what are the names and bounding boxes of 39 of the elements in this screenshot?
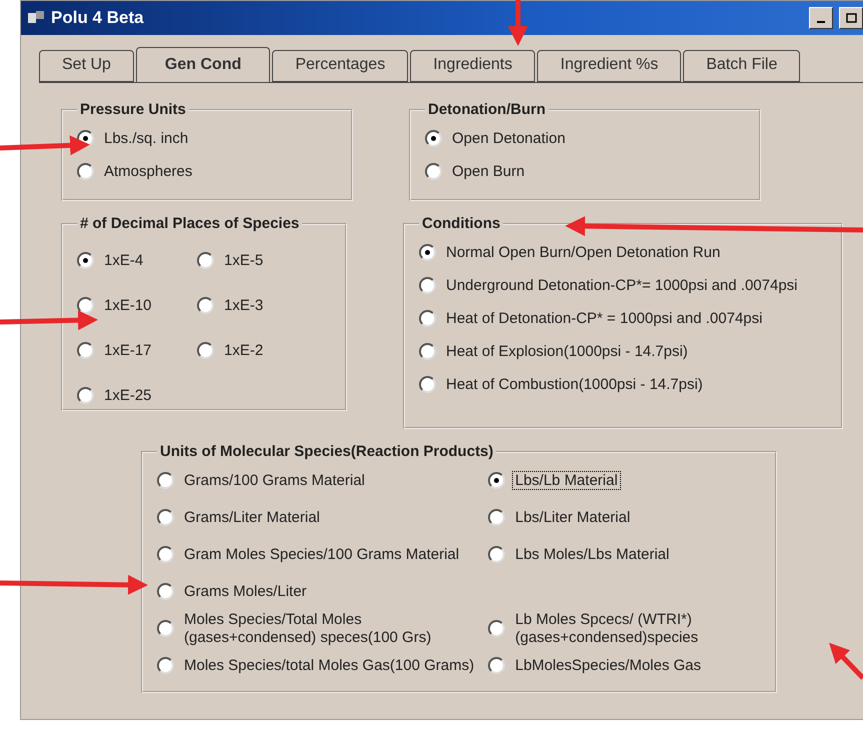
- option-label: Open Burn: [451, 162, 526, 180]
- tab[interactable]: Ingredients: [410, 50, 536, 82]
- tab[interactable]: Ingredient %s: [537, 50, 682, 82]
- group-label: Conditions: [421, 215, 502, 232]
- option-label: Gram Moles Species/100 Grams Material: [183, 546, 460, 564]
- option-label: Moles Species/total Moles Gas(100 Grams): [183, 656, 476, 674]
- option-label: 1xE-4: [103, 252, 144, 270]
- option-label: Lbs/Lb Material: [513, 472, 620, 490]
- option-label: Heat of Detonation-CP* = 1000psi and .0074psi: [445, 310, 764, 328]
- option-label: Moles Species/Total Moles (gases+condensed) speces(100 Grs): [183, 611, 432, 646]
- option-label: 1xE-17: [103, 342, 153, 360]
- option-label: 1xE-2: [223, 342, 264, 360]
- tab[interactable]: Percentages: [272, 50, 408, 82]
- option-label: 1xE-25: [103, 386, 153, 404]
- option-label: Open Detonation: [451, 130, 566, 148]
- group-label: Units of Molecular Species(Reaction Products): [159, 443, 494, 460]
- option-label: LbMolesSpecies/Moles Gas: [514, 656, 702, 674]
- group-label: Detonation/Burn: [427, 101, 546, 118]
- tab[interactable]: Batch File: [683, 50, 800, 82]
- tab[interactable]: Set Up: [39, 50, 134, 82]
- option-label: Lbs Moles/Lbs Material: [514, 546, 670, 564]
- group-label: Pressure Units: [79, 101, 187, 118]
- option-label: Lbs/Liter Material: [514, 508, 632, 526]
- option-label: Heat of Combustion(1000psi - 14.7psi): [445, 376, 704, 394]
- option-label: Heat of Explosion(1000psi - 14.7psi): [445, 342, 689, 360]
- group-label: # of Decimal Places of Species: [79, 215, 300, 232]
- option-label: Grams/100 Grams Material: [183, 472, 366, 490]
- option-label: Underground Detonation-CP*= 1000psi and .0074psi: [445, 276, 798, 294]
- option-label: 1xE-5: [223, 252, 264, 270]
- option-label: 1xE-10: [103, 296, 153, 314]
- option-label: Lbs./sq. inch: [103, 130, 190, 148]
- window-title: Polu 4 Beta: [51, 8, 145, 28]
- option-label: Atmospheres: [103, 162, 194, 180]
- option-label: Lb Moles Spcecs/ (WTRI*) (gases+condensed)species: [514, 611, 700, 646]
- option-label: Normal Open Burn/Open Detonation Run: [445, 244, 722, 262]
- option-label: Grams/Liter Material: [183, 508, 321, 526]
- option-label: Grams Moles/Liter: [183, 582, 308, 600]
- tab[interactable]: Gen Cond: [136, 47, 270, 82]
- option-label: 1xE-3: [223, 296, 264, 314]
